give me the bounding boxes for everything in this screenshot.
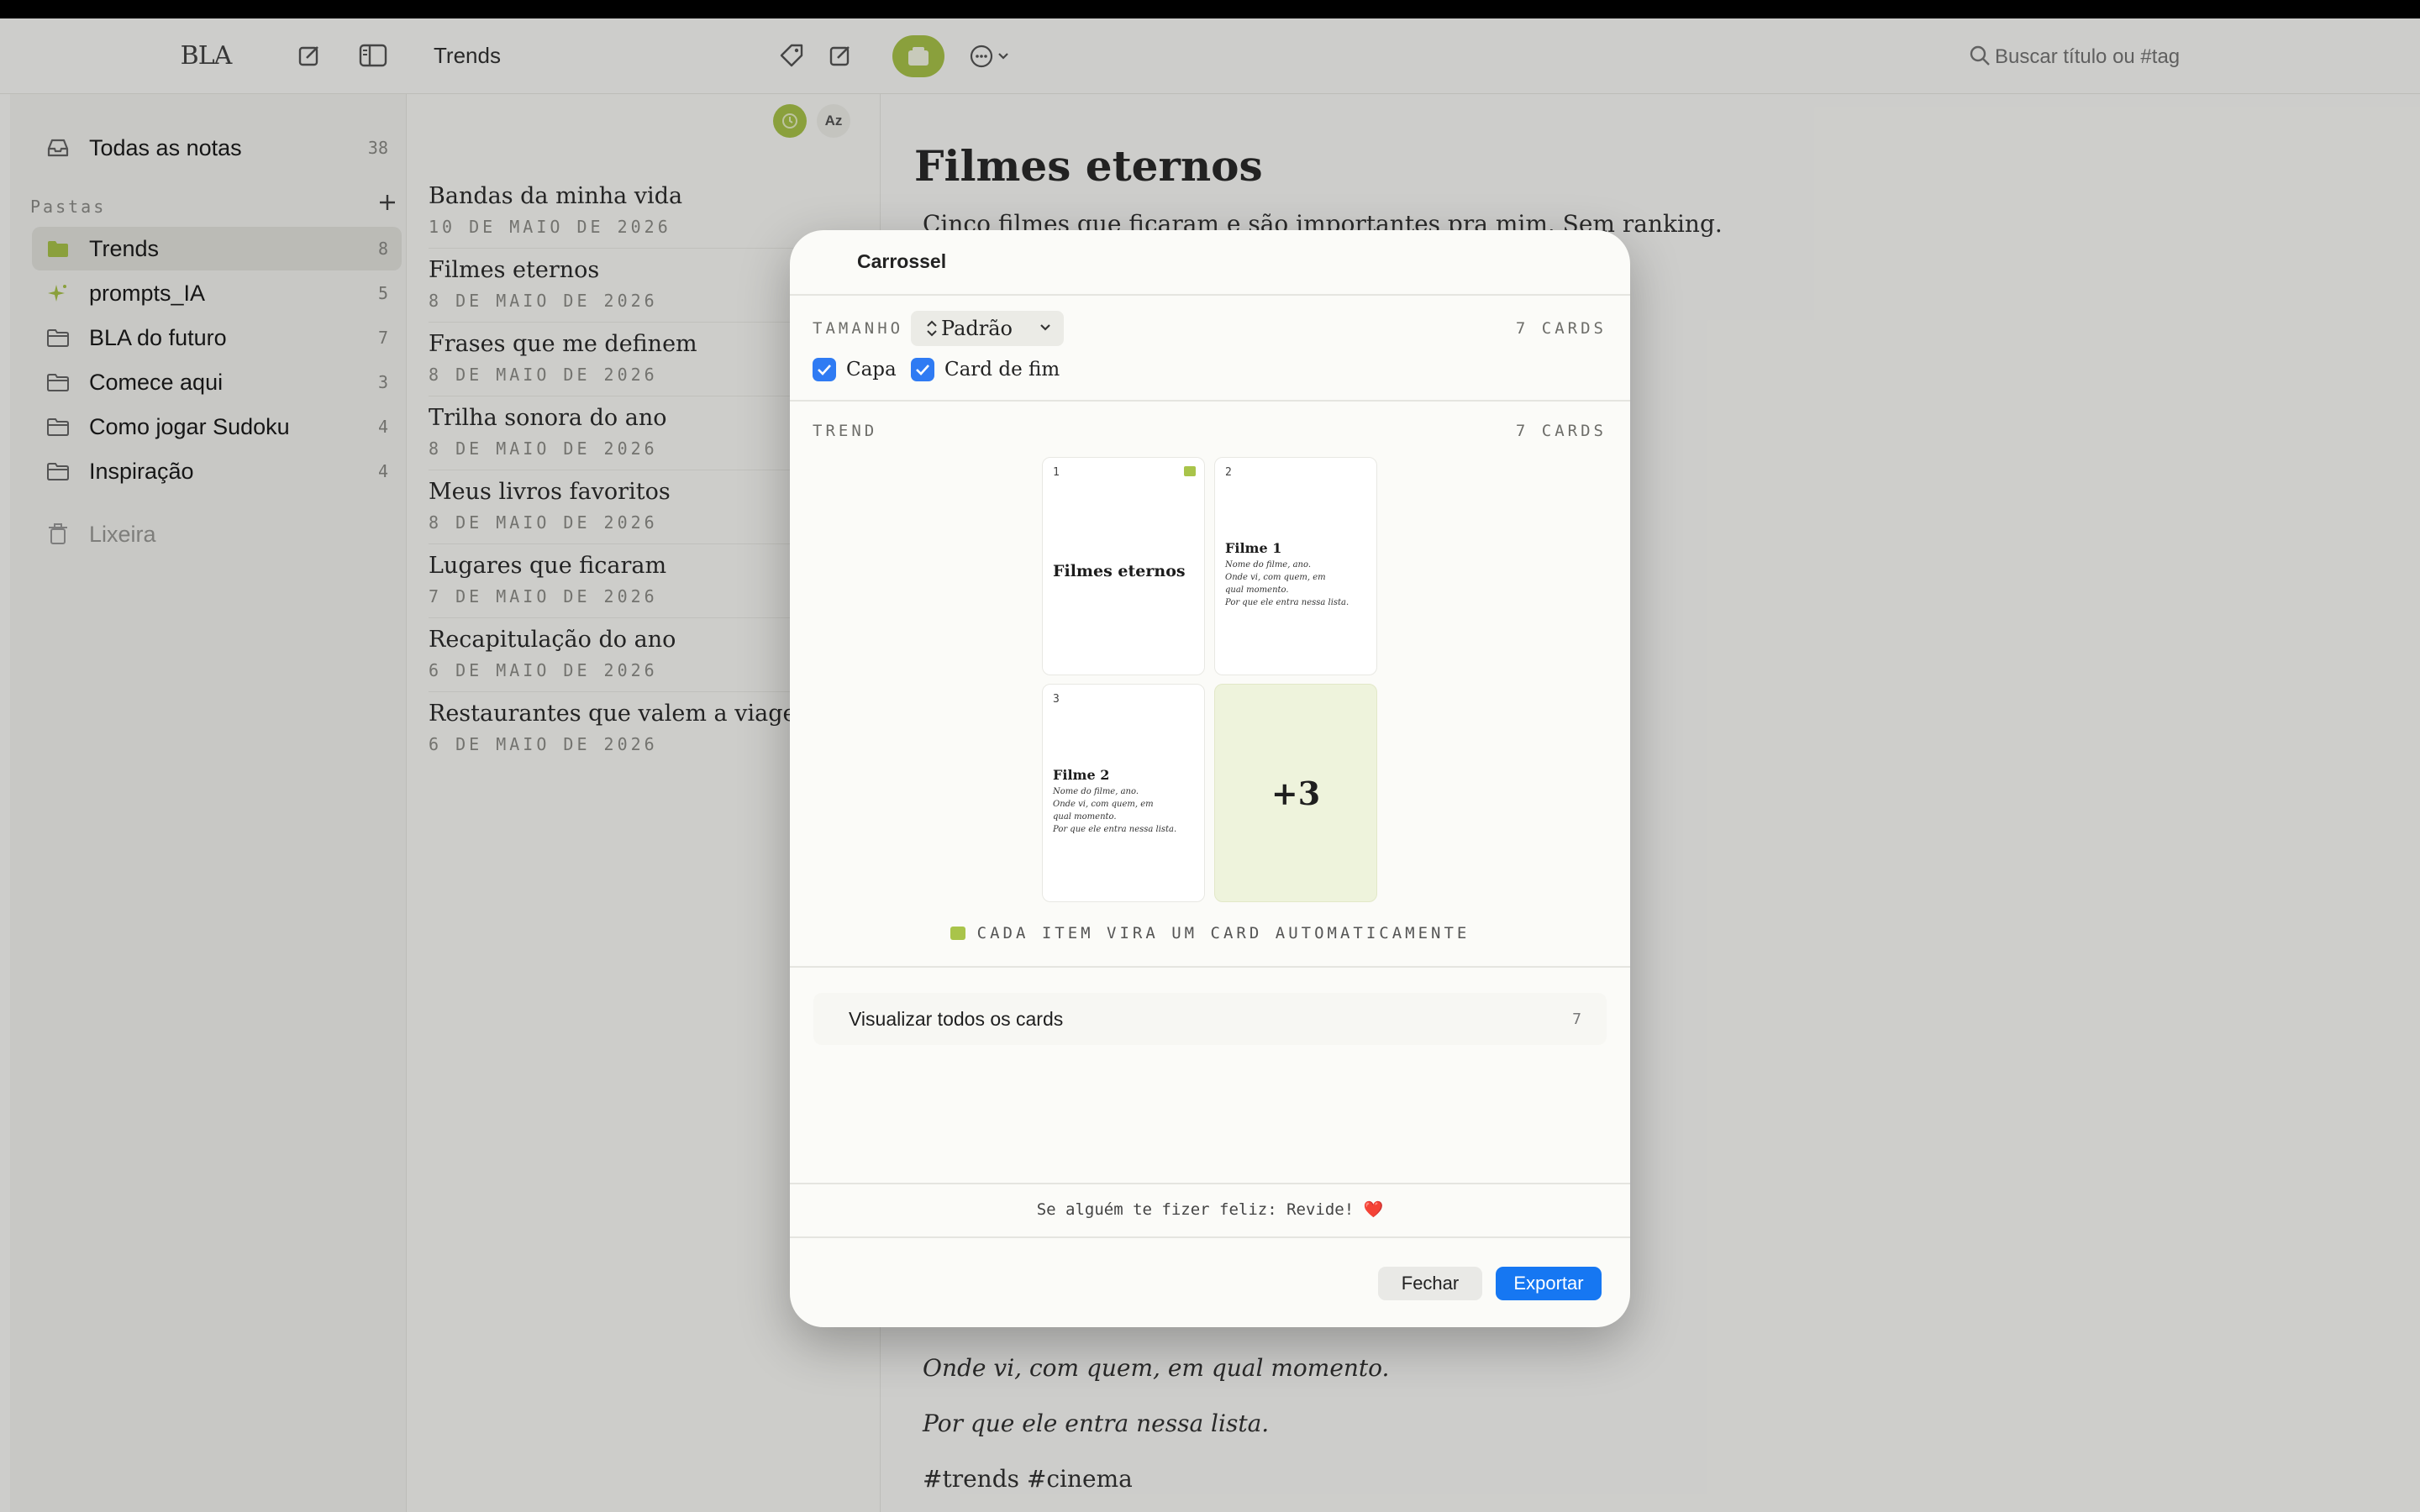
- end-card-label: Card de fim: [944, 359, 1060, 381]
- card-number: 1: [1053, 466, 1060, 479]
- more-cards-tile[interactable]: +3: [1214, 684, 1377, 902]
- card-body-line: qual momento.: [1225, 585, 1289, 595]
- carousel-card[interactable]: 3 Filme 2 Nome do filme, ano. Onde vi, c…: [1042, 684, 1205, 902]
- card-body: Nome do filme, ano. Onde vi, com quem, e…: [1053, 785, 1196, 836]
- carousel-dialog: Carrossel TAMANHO Padrão 7 CARDS Capa Ca…: [790, 230, 1630, 1327]
- divider: [790, 1236, 1630, 1238]
- close-button[interactable]: Fechar: [1378, 1267, 1482, 1300]
- bag-icon: [1184, 466, 1196, 476]
- size-select[interactable]: Padrão: [911, 311, 1064, 346]
- trend-label: TREND: [813, 422, 878, 440]
- footer-quote: Se alguém te fizer feliz: Revide! ❤️: [1036, 1200, 1384, 1219]
- auto-hint: CADA ITEM VIRA UM CARD AUTOMATICAMENTE: [790, 924, 1630, 942]
- divider: [790, 294, 1630, 296]
- card-body-line: qual momento.: [1053, 812, 1117, 822]
- divider: [790, 400, 1630, 402]
- size-label: TAMANHO: [813, 319, 904, 338]
- card-body-line: Por que ele entra nessa lista.: [1225, 598, 1349, 607]
- view-all-count: 7: [1572, 1010, 1581, 1028]
- bag-icon: [950, 927, 965, 940]
- cover-option[interactable]: Capa: [813, 358, 897, 381]
- divider: [790, 966, 1630, 968]
- dialog-title: Carrossel: [857, 250, 947, 272]
- export-button[interactable]: Exportar: [1496, 1267, 1602, 1300]
- card-body-line: Nome do filme, ano.: [1053, 787, 1139, 796]
- end-card-checkbox[interactable]: [911, 358, 934, 381]
- view-all-label: Visualizar todos os cards: [849, 1007, 1064, 1030]
- carousel-card[interactable]: 2 Filme 1 Nome do filme, ano. Onde vi, c…: [1214, 457, 1377, 675]
- card-title: Filme 1: [1225, 540, 1282, 556]
- divider: [790, 1183, 1630, 1184]
- card-number: 3: [1053, 693, 1060, 706]
- card-title: Filme 2: [1053, 767, 1110, 783]
- cover-checkbox[interactable]: [813, 358, 836, 381]
- trend-count: 7 CARDS: [1515, 422, 1607, 440]
- auto-hint-text: CADA ITEM VIRA UM CARD AUTOMATICAMENTE: [976, 924, 1470, 942]
- size-value: Padrão: [941, 317, 1013, 340]
- cards-count: 7 CARDS: [1515, 319, 1607, 338]
- card-body: Nome do filme, ano. Onde vi, com quem, e…: [1225, 559, 1368, 609]
- card-body-line: Onde vi, com quem, em: [1053, 800, 1154, 809]
- card-title: Filmes eternos: [1053, 562, 1186, 580]
- card-body-line: Por que ele entra nessa lista.: [1053, 825, 1177, 834]
- card-body-line: Nome do filme, ano.: [1225, 560, 1312, 570]
- card-number: 2: [1225, 466, 1232, 479]
- more-cards-count: +3: [1270, 774, 1321, 812]
- end-card-option[interactable]: Card de fim: [911, 358, 1060, 381]
- updown-icon: [926, 319, 938, 338]
- card-body-line: Onde vi, com quem, em: [1225, 573, 1326, 582]
- cover-label: Capa: [846, 359, 897, 381]
- carousel-card-cover[interactable]: 1 Filmes eternos: [1042, 457, 1205, 675]
- chevron-down-icon: [1039, 321, 1052, 334]
- view-all-cards-row[interactable]: Visualizar todos os cards 7: [813, 993, 1607, 1045]
